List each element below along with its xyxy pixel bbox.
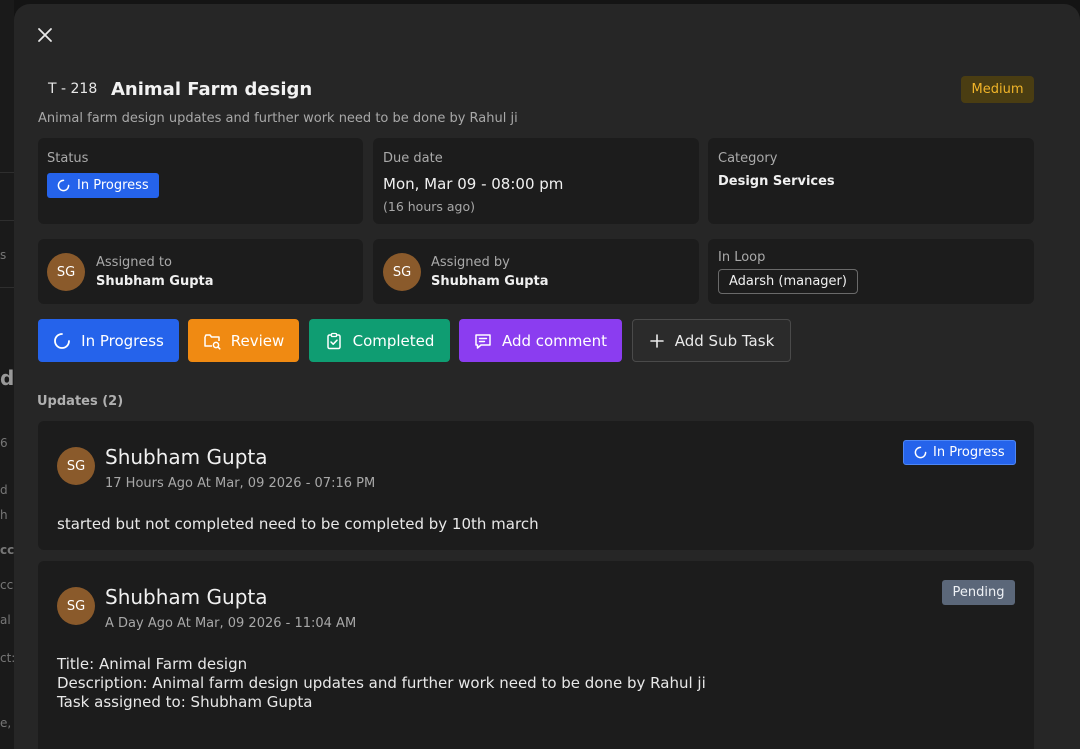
bg-fragment: cc	[0, 578, 14, 592]
assigned-by-label: Assigned by	[431, 255, 510, 270]
update-timestamp: A Day Ago At Mar, 09 2026 - 11:04 AM	[105, 616, 357, 631]
assigned-by-card: SG Assigned by Shubham Gupta	[373, 239, 699, 304]
priority-badge: Medium	[961, 76, 1034, 103]
bg-fragment: al	[0, 613, 11, 627]
folder-search-icon	[203, 333, 221, 350]
task-description: Animal farm design updates and further w…	[38, 111, 518, 126]
add-sub-task-button-label: Add Sub Task	[674, 331, 775, 350]
plus-icon	[649, 333, 664, 348]
review-button-label: Review	[230, 331, 285, 350]
avatar: SG	[383, 253, 421, 291]
update-item: SG Shubham Gupta A Day Ago At Mar, 09 20…	[38, 561, 1034, 749]
assigned-to-card: SG Assigned to Shubham Gupta	[38, 239, 363, 304]
due-date-relative: (16 hours ago)	[383, 199, 475, 214]
in-loop-label: In Loop	[718, 250, 766, 265]
category-card: Category Design Services	[708, 138, 1034, 224]
assigned-by-name: Shubham Gupta	[431, 274, 549, 289]
in-loop-card: In Loop Adarsh (manager)	[708, 239, 1034, 304]
avatar: SG	[47, 253, 85, 291]
add-comment-button[interactable]: Add comment	[459, 319, 622, 362]
update-timestamp: 17 Hours Ago At Mar, 09 2026 - 07:16 PM	[105, 476, 376, 491]
in-progress-button[interactable]: In Progress	[38, 319, 179, 362]
update-status-label: In Progress	[933, 445, 1005, 460]
assigned-to-name: Shubham Gupta	[96, 274, 214, 289]
assigned-to-label: Assigned to	[96, 255, 172, 270]
bg-fragment: s	[0, 248, 7, 262]
category-value: Design Services	[718, 174, 835, 189]
status-card: Status In Progress	[38, 138, 363, 224]
due-date-label: Due date	[383, 151, 443, 166]
background-page: s di 6 d h cc cc al ct: e,	[0, 0, 14, 749]
update-status-badge: In Progress	[903, 440, 1016, 465]
update-status-badge: Pending	[942, 580, 1015, 605]
due-date-card: Due date Mon, Mar 09 - 08:00 pm (16 hour…	[373, 138, 699, 224]
spinner-icon	[914, 446, 927, 459]
bg-fragment: di	[0, 366, 14, 390]
update-text-line: Description: Animal farm design updates …	[57, 674, 706, 692]
bg-fragment: ct:	[0, 651, 14, 665]
review-button[interactable]: Review	[188, 319, 299, 362]
comment-icon	[475, 333, 491, 349]
bg-fragment: cc	[0, 543, 14, 557]
bg-fragment: e,	[0, 716, 12, 730]
in-loop-member-chip[interactable]: Adarsh (manager)	[718, 269, 858, 294]
status-label: Status	[47, 151, 89, 166]
status-badge: In Progress	[47, 173, 159, 198]
bg-fragment: 6	[0, 436, 8, 450]
avatar: SG	[57, 447, 95, 485]
bg-fragment: h	[0, 508, 8, 522]
close-icon[interactable]	[36, 26, 54, 44]
add-sub-task-button[interactable]: Add Sub Task	[632, 319, 791, 362]
spinner-icon	[57, 179, 70, 192]
task-title: Animal Farm design	[111, 79, 313, 100]
updates-heading: Updates (2)	[37, 394, 124, 409]
task-detail-modal: T - 218 Animal Farm design Medium Animal…	[14, 4, 1080, 749]
task-id: T - 218	[48, 81, 98, 97]
update-text-line: Task assigned to: Shubham Gupta	[57, 693, 313, 711]
update-author: Shubham Gupta	[105, 585, 268, 609]
update-item: SG Shubham Gupta 17 Hours Ago At Mar, 09…	[38, 421, 1034, 550]
clipboard-check-icon	[326, 332, 341, 349]
update-text-line: Title: Animal Farm design	[57, 655, 248, 673]
update-author: Shubham Gupta	[105, 445, 268, 469]
bg-fragment: d	[0, 483, 8, 497]
in-progress-button-label: In Progress	[81, 331, 164, 350]
status-value: In Progress	[77, 178, 149, 193]
avatar: SG	[57, 587, 95, 625]
spinner-icon	[54, 332, 71, 349]
update-text: started but not completed need to be com…	[57, 515, 539, 533]
completed-button-label: Completed	[352, 331, 435, 350]
category-label: Category	[718, 151, 778, 166]
completed-button[interactable]: Completed	[309, 319, 450, 362]
add-comment-button-label: Add comment	[501, 331, 608, 350]
due-date-value: Mon, Mar 09 - 08:00 pm	[383, 175, 564, 193]
